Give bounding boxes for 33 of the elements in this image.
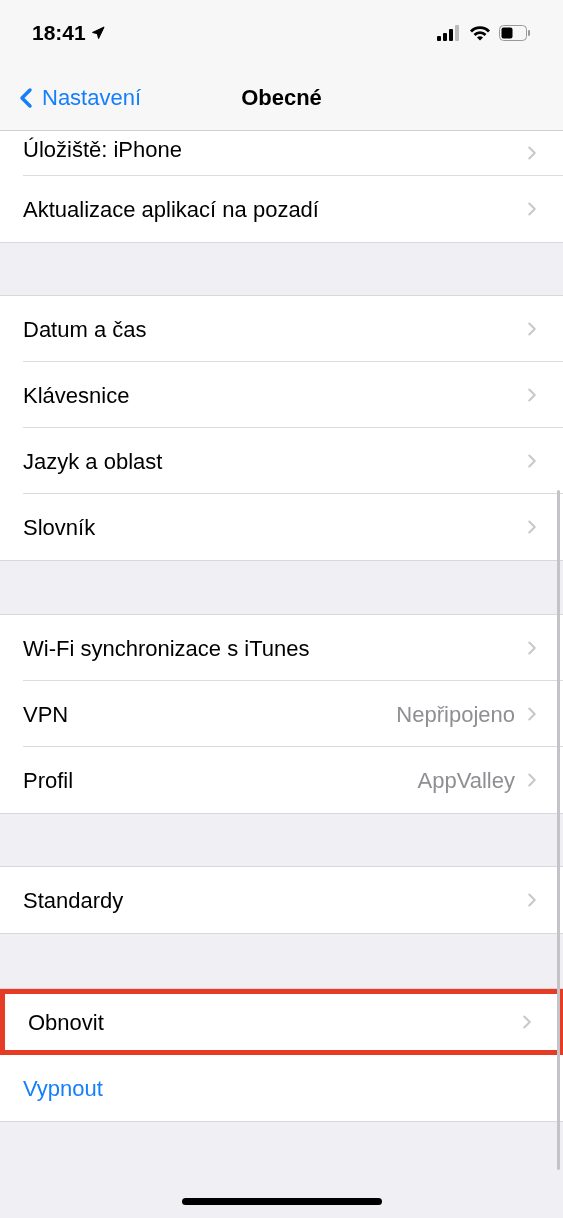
battery-icon (499, 24, 531, 41)
settings-row[interactable]: Obnovit (0, 989, 563, 1055)
status-time: 18:41 (32, 19, 86, 46)
row-label: Klávesnice (23, 381, 130, 410)
settings-row[interactable]: Wi-Fi synchronizace s iTunes (0, 615, 563, 681)
row-label: Datum a čas (23, 315, 147, 344)
location-icon (90, 25, 105, 40)
settings-row[interactable]: Profil AppValley (0, 747, 563, 813)
settings-row[interactable]: Jazyk a oblast (0, 428, 563, 494)
row-label: Profil (23, 766, 74, 795)
row-label: Úložiště: iPhone (23, 136, 182, 164)
row-label: Vypnout (23, 1074, 103, 1103)
row-label: Jazyk a oblast (23, 447, 163, 476)
back-button[interactable]: Nastavení (0, 79, 142, 116)
signal-icon (437, 24, 461, 41)
row-label: Slovník (23, 513, 96, 542)
row-label: Obnovit (28, 1008, 104, 1037)
settings-row[interactable]: Úložiště: iPhone (0, 131, 563, 176)
settings-row[interactable]: VPN Nepřipojeno (0, 681, 563, 747)
settings-row[interactable]: Slovník (0, 494, 563, 560)
row-value: AppValley (417, 766, 515, 795)
row-label: Aktualizace aplikací na pozadí (23, 195, 319, 224)
settings-row[interactable]: Standardy (0, 867, 563, 933)
row-label: Standardy (23, 886, 124, 915)
row-label: Wi-Fi synchronizace s iTunes (23, 634, 310, 663)
row-label: VPN (23, 700, 69, 729)
action-row[interactable]: Vypnout (0, 1055, 563, 1121)
wifi-icon (469, 24, 491, 41)
nav-title: Obecné (241, 84, 322, 112)
settings-row[interactable]: Klávesnice (0, 362, 563, 428)
settings-row[interactable]: Datum a čas (0, 296, 563, 362)
row-value: Nepřipojeno (396, 700, 515, 729)
settings-row[interactable]: Aktualizace aplikací na pozadí (0, 176, 563, 242)
